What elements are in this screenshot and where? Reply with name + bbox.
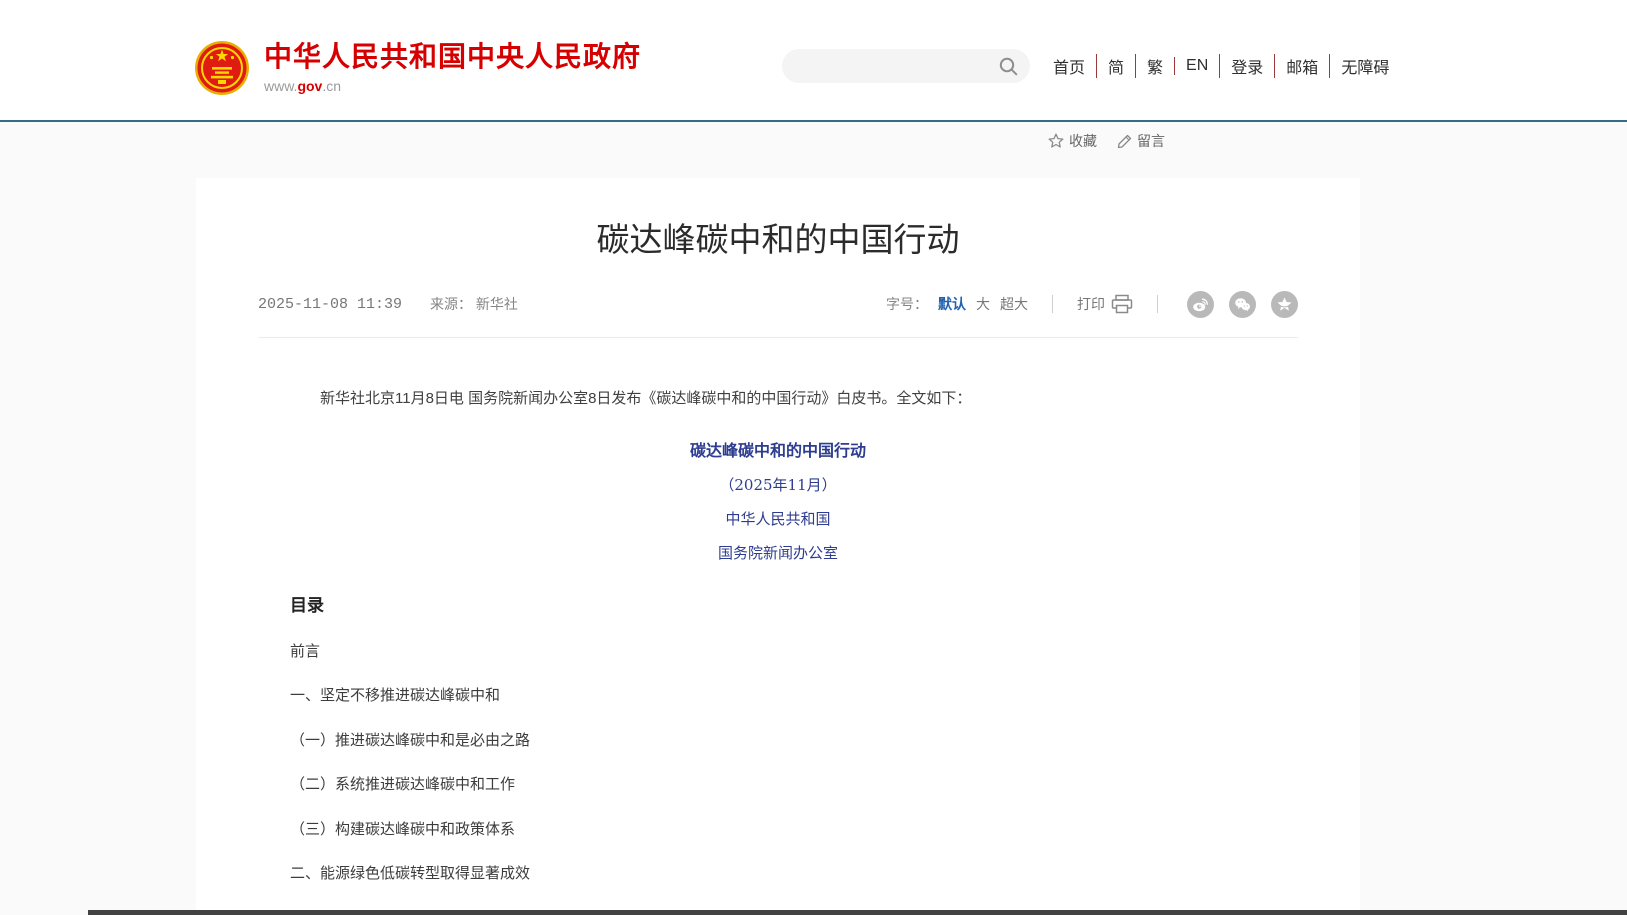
font-size-default-button[interactable]: 默认 xyxy=(938,294,966,314)
nav-traditional[interactable]: 繁 xyxy=(1135,54,1174,78)
national-emblem-icon xyxy=(194,40,250,96)
site-title-block: 中华人民共和国中央人民政府 www.gov.cn xyxy=(264,42,641,94)
doc-title: 碳达峰碳中和的中国行动 xyxy=(290,437,1266,461)
toc-item: 一、坚定不移推进碳达峰碳中和 xyxy=(290,688,1266,705)
pencil-icon xyxy=(1117,134,1132,149)
toc-item: （二）系统推进碳达峰碳中和工作 xyxy=(290,777,1266,794)
doc-org-line2: 国务院新闻办公室 xyxy=(290,542,1266,563)
nav-home[interactable]: 首页 xyxy=(1042,54,1096,78)
font-size-large-button[interactable]: 大 xyxy=(976,294,990,314)
nav-mail[interactable]: 邮箱 xyxy=(1274,54,1329,78)
page-tools: 收藏 留言 xyxy=(1048,131,1165,151)
article-title: 碳达峰碳中和的中国行动 xyxy=(258,220,1298,260)
star-icon xyxy=(1048,133,1064,149)
divider xyxy=(1052,295,1053,313)
toc-item: （一）推进碳达峰碳中和是必由之路 xyxy=(290,733,1266,750)
search-input[interactable] xyxy=(782,49,998,83)
printer-icon xyxy=(1111,294,1133,314)
search-bar[interactable] xyxy=(782,49,1030,83)
toc-heading: 目录 xyxy=(290,591,1266,616)
site-header: 中华人民共和国中央人民政府 www.gov.cn 首页 简 繁 EN 登录 邮箱… xyxy=(0,0,1627,122)
site-url: www.gov.cn xyxy=(264,78,641,94)
weibo-share-icon[interactable] xyxy=(1187,291,1214,318)
doc-org-line1: 中华人民共和国 xyxy=(290,508,1266,529)
font-size-label: 字号： xyxy=(886,294,928,314)
article-source: 来源： 新华社 xyxy=(430,294,518,314)
favorite-button[interactable]: 收藏 xyxy=(1048,131,1097,151)
qzone-share-icon[interactable] xyxy=(1271,291,1298,318)
article-meta-right: 字号： 默认 大 超大 打印 xyxy=(886,291,1298,318)
nav-english[interactable]: EN xyxy=(1174,57,1219,75)
source-label: 来源： xyxy=(430,296,472,312)
source-value: 新华社 xyxy=(476,296,518,312)
article-date: 2025-11-08 11:39 xyxy=(258,296,402,313)
wechat-share-icon[interactable] xyxy=(1229,291,1256,318)
toc-item: 前言 xyxy=(290,644,1266,661)
divider xyxy=(1157,295,1158,313)
site-logo[interactable]: 中华人民共和国中央人民政府 www.gov.cn xyxy=(194,40,641,96)
nav-login[interactable]: 登录 xyxy=(1219,54,1274,78)
footer-top-edge xyxy=(88,910,1627,915)
nav-simplified[interactable]: 简 xyxy=(1096,54,1135,78)
font-size-xlarge-button[interactable]: 超大 xyxy=(1000,294,1028,314)
doc-date: （2025年11月） xyxy=(290,474,1266,495)
favorite-label: 收藏 xyxy=(1069,131,1097,151)
toc-item: 二、能源绿色低碳转型取得显著成效 xyxy=(290,866,1266,883)
print-label: 打印 xyxy=(1077,294,1105,314)
site-title: 中华人民共和国中央人民政府 xyxy=(264,42,641,73)
article-body: 新华社北京11月8日电 国务院新闻办公室8日发布《碳达峰碳中和的中国行动》白皮书… xyxy=(290,386,1266,915)
top-nav: 首页 简 繁 EN 登录 邮箱 无障碍 xyxy=(1042,54,1400,78)
article-card: 碳达峰碳中和的中国行动 2025-11-08 11:39 来源： 新华社 字号：… xyxy=(196,178,1360,915)
article-meta-left: 2025-11-08 11:39 来源： 新华社 xyxy=(258,294,518,314)
comment-button[interactable]: 留言 xyxy=(1117,131,1165,151)
article-meta-row: 2025-11-08 11:39 来源： 新华社 字号： 默认 大 超大 打印 xyxy=(258,291,1298,338)
nav-accessibility[interactable]: 无障碍 xyxy=(1329,54,1400,78)
print-button[interactable]: 打印 xyxy=(1077,294,1133,314)
lead-paragraph: 新华社北京11月8日电 国务院新闻办公室8日发布《碳达峰碳中和的中国行动》白皮书… xyxy=(290,386,1266,412)
comment-label: 留言 xyxy=(1137,131,1165,151)
toc-item: （三）构建碳达峰碳中和政策体系 xyxy=(290,822,1266,839)
search-icon[interactable] xyxy=(998,56,1019,77)
